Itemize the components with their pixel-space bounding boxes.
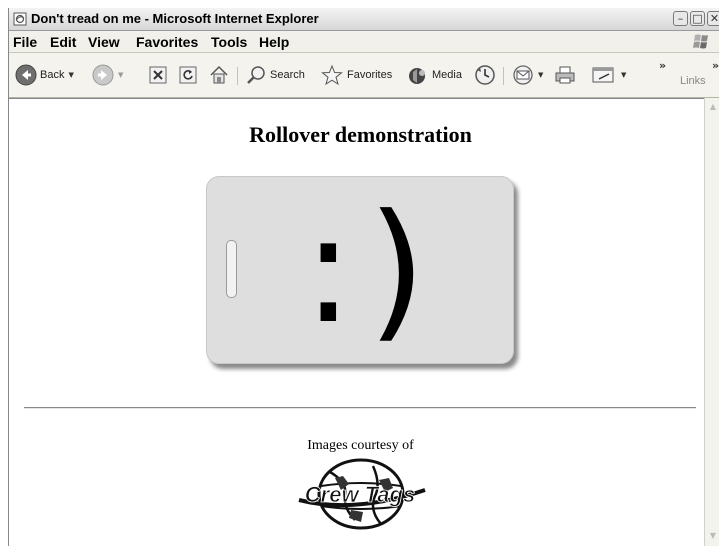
browser-window: Don't tread on me - Microsoft Internet E… xyxy=(8,8,719,546)
tag-slot xyxy=(226,240,237,298)
media-icon xyxy=(409,68,425,84)
page-heading: Rollover demonstration xyxy=(249,122,472,147)
back-button[interactable]: Back ▼ xyxy=(15,64,74,86)
media-button[interactable]: Media xyxy=(407,64,462,86)
menu-file[interactable]: File xyxy=(13,34,37,50)
forward-button[interactable]: ▼ xyxy=(92,64,123,86)
forward-dropdown-icon[interactable]: ▼ xyxy=(118,71,123,79)
refresh-icon[interactable] xyxy=(179,66,197,84)
search-button[interactable]: Search xyxy=(245,64,305,86)
menu-view[interactable]: View xyxy=(88,34,120,50)
smiley-text: :) xyxy=(303,183,441,357)
vertical-scrollbar[interactable]: ▲ ▼ xyxy=(704,98,719,546)
stop-icon[interactable] xyxy=(149,66,167,84)
links-overflow-chevron[interactable]: » xyxy=(712,59,719,72)
close-button[interactable]: ✕ xyxy=(707,11,719,26)
search-icon xyxy=(247,66,265,84)
back-dropdown-icon[interactable]: ▼ xyxy=(68,71,73,79)
media-label: Media xyxy=(432,69,462,81)
logo-text: Crew Tags xyxy=(305,482,415,507)
edit-button[interactable]: ▼ xyxy=(591,64,626,86)
edit-dropdown-icon[interactable]: ▼ xyxy=(621,71,626,79)
mail-dropdown-icon[interactable]: ▼ xyxy=(538,71,543,79)
back-label: Back xyxy=(40,69,65,81)
toolbar-separator xyxy=(237,67,238,85)
toolbar-separator xyxy=(503,67,504,85)
edit-page-icon xyxy=(592,67,614,83)
menu-favorites[interactable]: Favorites xyxy=(136,34,198,50)
windows-flag-icon xyxy=(693,34,708,49)
maximize-button[interactable]: □ xyxy=(690,11,705,26)
menu-help[interactable]: Help xyxy=(259,34,289,50)
forward-arrow-icon xyxy=(92,64,114,86)
favorites-star-icon xyxy=(321,64,343,86)
back-arrow-icon xyxy=(15,64,37,86)
print-icon[interactable] xyxy=(554,64,576,86)
menu-tools[interactable]: Tools xyxy=(211,34,247,50)
links-label[interactable]: Links xyxy=(680,75,706,87)
home-icon[interactable] xyxy=(208,64,230,86)
window-title: Don't tread on me - Microsoft Internet E… xyxy=(31,11,319,26)
scroll-up-arrow-icon[interactable]: ▲ xyxy=(706,100,719,114)
minimize-button[interactable]: – xyxy=(673,11,688,26)
favorites-button[interactable]: Favorites xyxy=(320,64,392,86)
page-content: Rollover demonstration :) Images courtes… xyxy=(9,98,704,546)
courtesy-text: Images courtesy of xyxy=(307,438,414,453)
standard-toolbar: Back ▼ ▼ Search Favorites Media ▼ ▼ » Li… xyxy=(9,53,719,98)
title-bar[interactable]: Don't tread on me - Microsoft Internet E… xyxy=(9,8,719,31)
tag-card: :) xyxy=(206,176,514,364)
favorites-label: Favorites xyxy=(347,69,393,81)
mail-icon xyxy=(513,65,533,85)
horizontal-rule xyxy=(24,407,696,409)
ie-page-icon xyxy=(13,12,27,26)
crew-tags-logo[interactable]: Crew Tags xyxy=(285,456,435,534)
mail-button[interactable]: ▼ xyxy=(512,64,543,86)
menu-bar: File Edit View Favorites Tools Help xyxy=(9,31,719,53)
toolbar-overflow-chevron[interactable]: » xyxy=(659,59,666,72)
history-icon[interactable] xyxy=(474,64,496,86)
rollover-image[interactable]: :) xyxy=(206,176,516,366)
menu-edit[interactable]: Edit xyxy=(50,34,76,50)
search-label: Search xyxy=(270,69,305,81)
scroll-down-arrow-icon[interactable]: ▼ xyxy=(706,529,719,543)
